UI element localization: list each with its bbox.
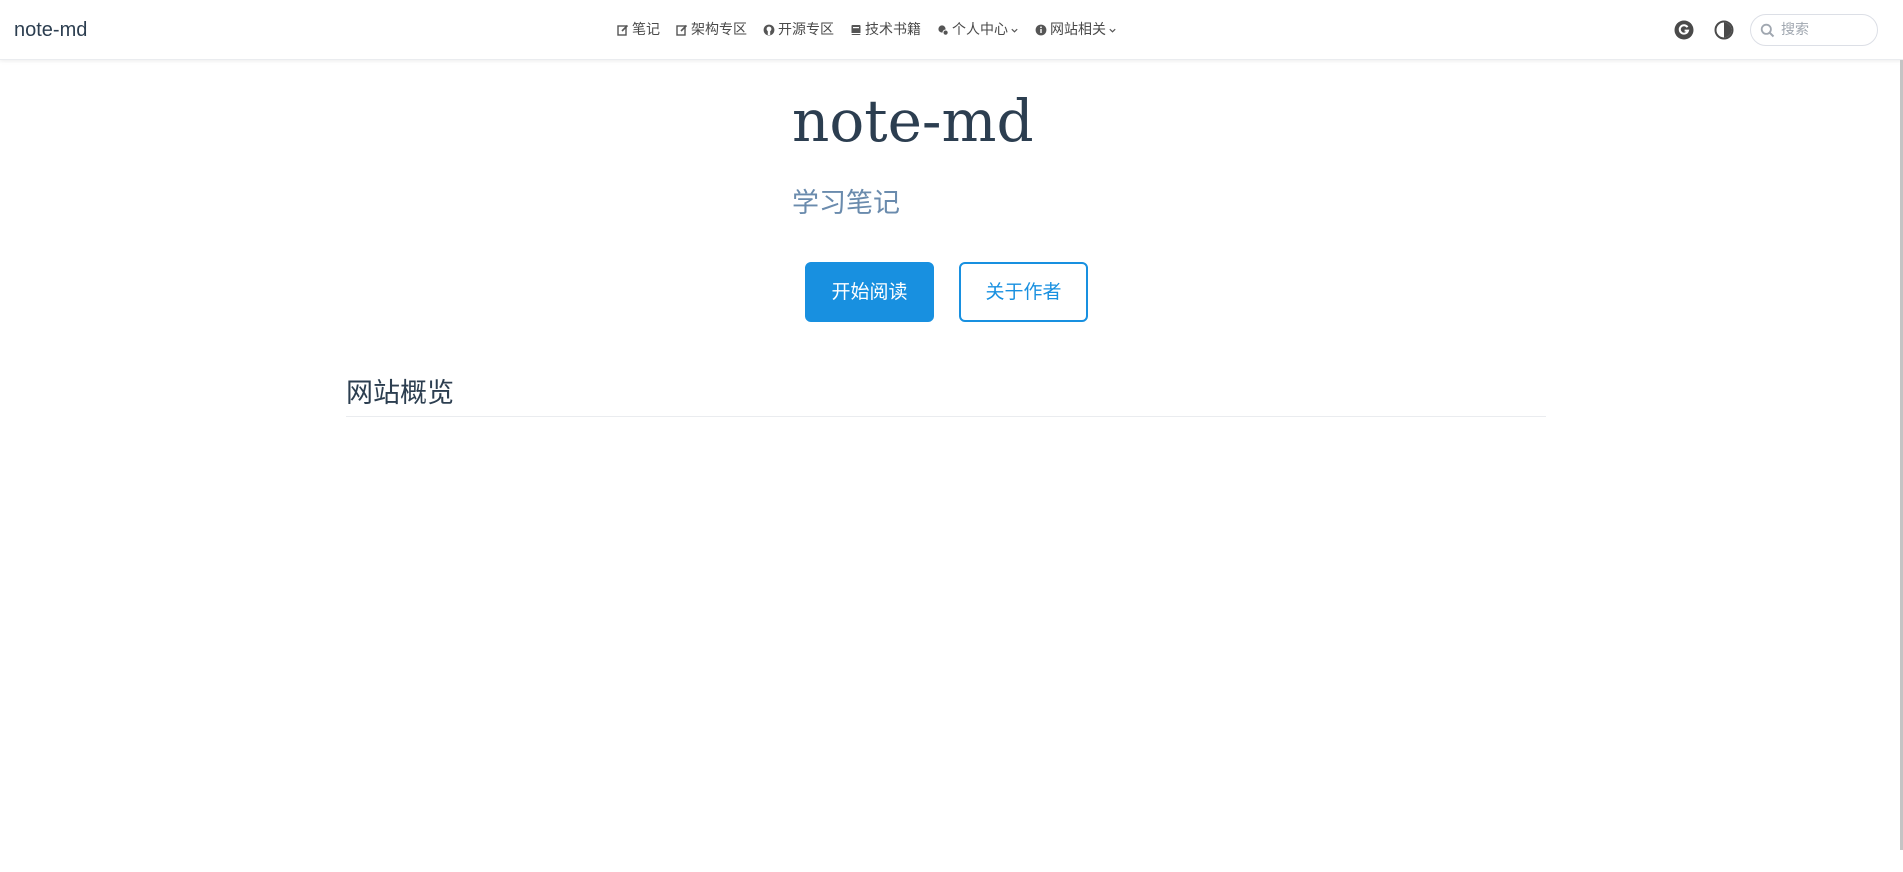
site-name-link[interactable]: note-md xyxy=(14,18,87,42)
language-button[interactable] xyxy=(1672,18,1696,42)
nav-item-label: 开源专区 xyxy=(778,22,834,38)
search-box xyxy=(1750,14,1878,46)
user-gear-icon xyxy=(937,24,949,36)
start-reading-button[interactable]: 开始阅读 xyxy=(805,262,934,322)
nav-item-label: 网站相关 xyxy=(1050,22,1106,38)
nav-tools xyxy=(1672,14,1878,46)
nav-item-open-source[interactable]: 开源专区 xyxy=(763,20,834,40)
nav-item-personal-center[interactable]: 个人中心 xyxy=(937,20,1019,40)
chevron-down-icon xyxy=(1108,26,1117,35)
nav-item-architecture[interactable]: 架构专区 xyxy=(676,20,747,40)
info-icon xyxy=(1035,24,1047,36)
theme-toggle-button[interactable] xyxy=(1712,18,1736,42)
navbar: note-md 笔记 架构专区 开源专区 技术书籍 个人中心 网站相关 搜索 xyxy=(0,0,1903,60)
hero-title: note-md xyxy=(792,87,1034,155)
nav-item-label: 架构专区 xyxy=(691,22,747,38)
edit-icon xyxy=(617,24,629,36)
search-input[interactable] xyxy=(1781,20,1871,40)
overview-section: 网站概览 xyxy=(346,376,1546,417)
nav-item-notes[interactable]: 笔记 xyxy=(617,20,660,40)
edit-icon xyxy=(676,24,688,36)
nav-item-label: 技术书籍 xyxy=(865,22,921,38)
book-icon xyxy=(850,24,862,36)
contrast-icon xyxy=(1713,19,1735,41)
search-icon xyxy=(1760,23,1775,38)
nav-item-label: 笔记 xyxy=(632,22,660,38)
language-icon xyxy=(1673,19,1695,41)
nav-item-site-related[interactable]: 网站相关 xyxy=(1035,20,1117,40)
chevron-down-icon xyxy=(1010,26,1019,35)
github-icon xyxy=(763,24,775,36)
page: note-md 笔记 架构专区 开源专区 技术书籍 个人中心 网站相关 搜索 n… xyxy=(0,0,1903,872)
overview-heading: 网站概览 xyxy=(346,378,454,409)
nav-links: 笔记 架构专区 开源专区 技术书籍 个人中心 网站相关 xyxy=(617,19,1133,41)
about-author-button[interactable]: 关于作者 xyxy=(959,262,1088,322)
hero-description: 学习笔记 xyxy=(792,188,900,219)
nav-item-books[interactable]: 技术书籍 xyxy=(850,20,921,40)
nav-item-label: 个人中心 xyxy=(952,22,1008,38)
